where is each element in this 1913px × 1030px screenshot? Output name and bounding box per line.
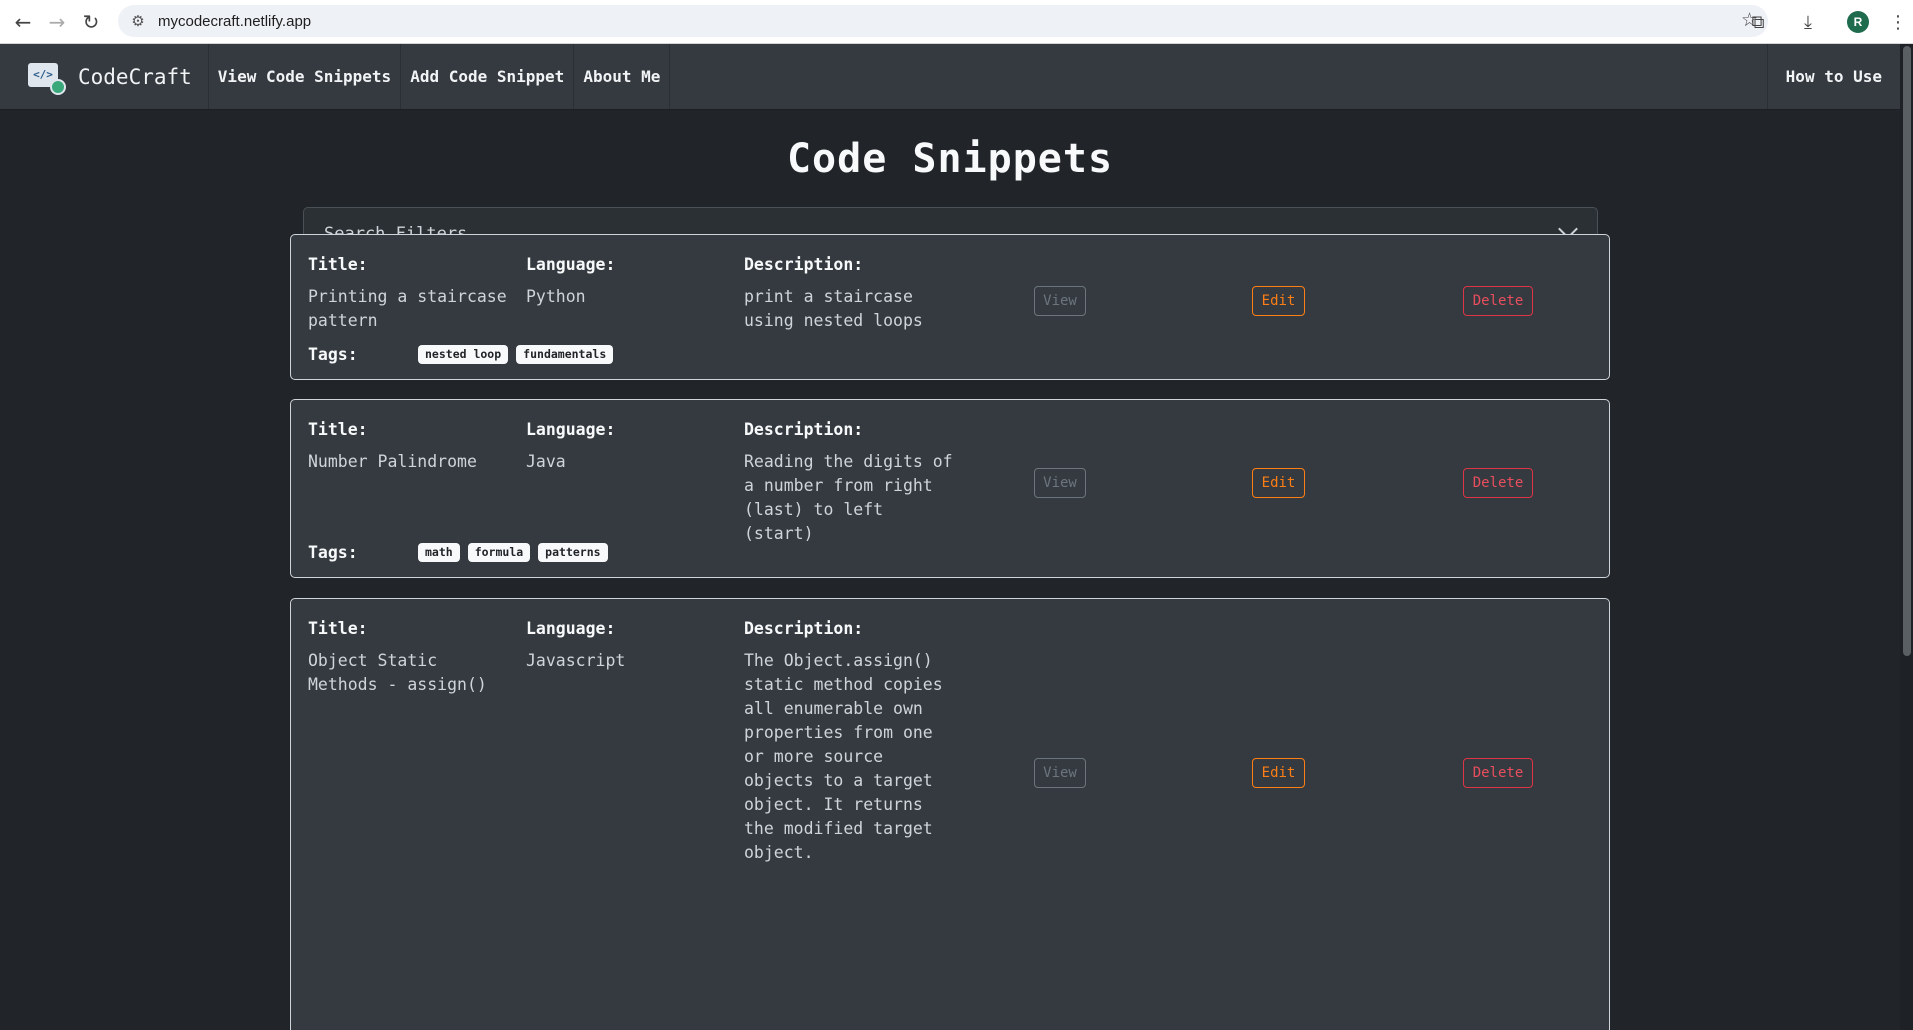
tag-badge: nested loop — [418, 345, 509, 364]
download-icon[interactable]: ⤓ — [1783, 12, 1833, 33]
brand[interactable]: </> CodeCraft — [0, 44, 209, 109]
edit-button[interactable]: Edit — [1252, 758, 1305, 788]
description-label: Description: — [744, 619, 864, 638]
site-info-icon[interactable]: ⚙ — [118, 12, 158, 30]
site-navbar: </> CodeCraft View Code Snippets Add Cod… — [0, 44, 1900, 110]
address-bar[interactable]: ⚙ mycodecraft.netlify.app ☆ — [118, 5, 1768, 37]
nav-about-me[interactable]: About Me — [574, 44, 671, 109]
snippet-language: Javascript — [526, 651, 626, 670]
snippet-title: Number Palindrome — [308, 452, 477, 471]
title-label: Title: — [308, 255, 368, 274]
snippet-title: Object Static Methods - assign() — [308, 651, 487, 694]
language-label: Language: — [526, 619, 616, 638]
description-label: Description: — [744, 255, 864, 274]
tag-badge: fundamentals — [516, 345, 614, 364]
snippet-title: Printing a staircase pattern — [308, 287, 507, 330]
edit-button[interactable]: Edit — [1252, 286, 1305, 316]
nav-how-to-use[interactable]: How to Use — [1766, 44, 1900, 109]
snippet-description: Reading the digits of a number from righ… — [744, 452, 953, 543]
scrollbar-thumb[interactable] — [1903, 46, 1911, 656]
view-button[interactable]: View — [1034, 286, 1086, 316]
delete-button[interactable]: Delete — [1463, 758, 1533, 788]
snippet-card: Title: Number Palindrome Language: Java … — [290, 399, 1610, 578]
nav-view-code-snippets[interactable]: View Code Snippets — [209, 44, 402, 109]
language-label: Language: — [526, 420, 616, 439]
title-label: Title: — [308, 619, 368, 638]
edit-button[interactable]: Edit — [1252, 468, 1305, 498]
tag-badge: formula — [467, 543, 531, 562]
url-text[interactable]: mycodecraft.netlify.app — [158, 13, 311, 30]
snippet-language: Python — [526, 287, 586, 306]
snippet-description: print a staircase using nested loops — [744, 287, 923, 330]
view-button[interactable]: View — [1034, 758, 1086, 788]
reload-icon[interactable]: ↻ — [74, 5, 108, 39]
delete-button[interactable]: Delete — [1463, 286, 1533, 316]
tags-label: Tags: — [308, 345, 358, 364]
language-label: Language: — [526, 255, 616, 274]
brand-name[interactable]: CodeCraft — [78, 65, 192, 89]
tags-row: Tags: math formula patterns — [308, 543, 616, 562]
nav-add-code-snippet[interactable]: Add Code Snippet — [401, 44, 575, 109]
delete-button[interactable]: Delete — [1463, 468, 1533, 498]
title-label: Title: — [308, 420, 368, 439]
description-label: Description: — [744, 420, 864, 439]
snippet-card: Title: Printing a staircase pattern Lang… — [290, 234, 1610, 380]
browser-menu-icon[interactable]: ⋮ — [1883, 12, 1913, 33]
tags-label: Tags: — [308, 543, 358, 562]
extensions-icon[interactable]: ⧉ — [1733, 12, 1783, 33]
profile-avatar[interactable]: R — [1847, 11, 1869, 33]
snippet-card: Title: Object Static Methods - assign() … — [290, 598, 1610, 1030]
snippet-description: The Object.assign() static method copies… — [744, 651, 943, 862]
tag-badge: patterns — [538, 543, 608, 562]
snippet-language: Java — [526, 452, 566, 471]
page-title: Code Snippets — [786, 136, 1114, 182]
codecraft-logo-icon: </> — [26, 57, 66, 97]
tags-row: Tags: nested loop fundamentals — [308, 345, 621, 364]
forward-icon[interactable]: → — [40, 5, 74, 39]
view-button[interactable]: View — [1034, 468, 1086, 498]
browser-toolbar: ← → ↻ ⚙ mycodecraft.netlify.app ☆ ⧉ ⤓ R … — [0, 0, 1913, 44]
back-icon[interactable]: ← — [6, 5, 40, 39]
tag-badge: math — [418, 543, 460, 562]
